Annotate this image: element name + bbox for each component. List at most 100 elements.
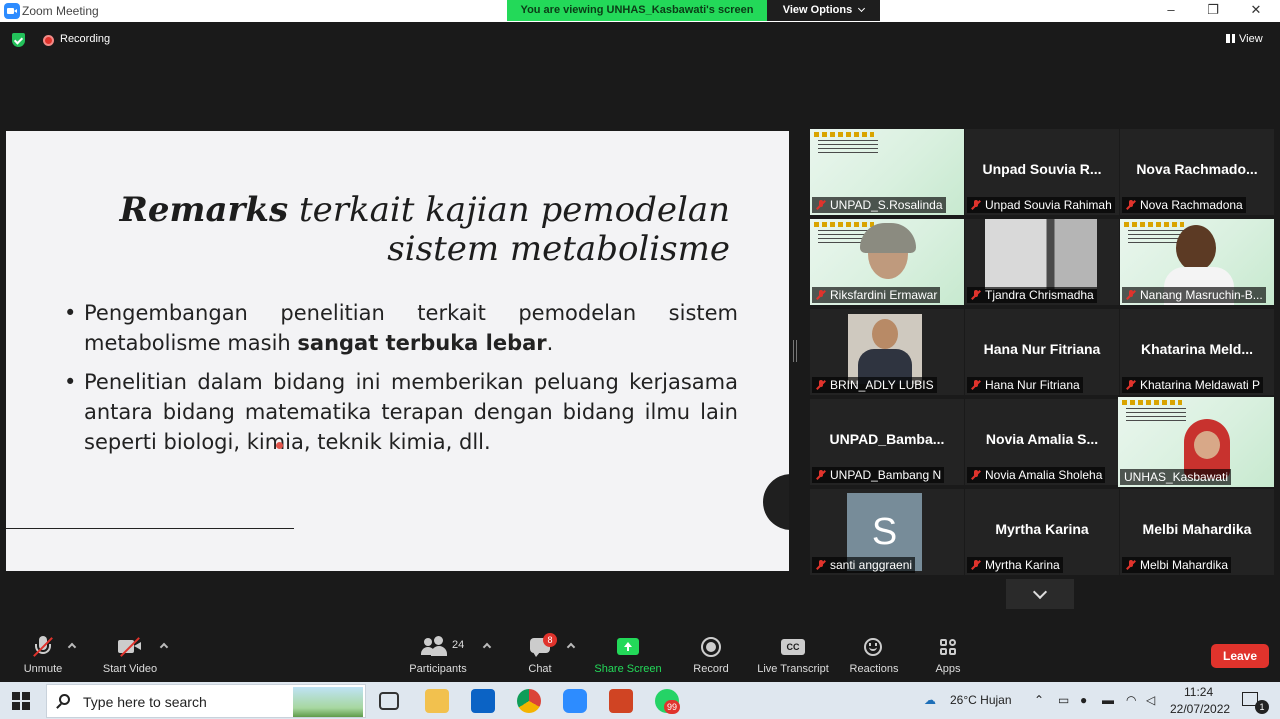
leave-button[interactable]: Leave [1211,644,1269,668]
participant-label: santi anggraeni [812,557,916,573]
participant-tile[interactable]: UNPAD_Bamba... UNPAD_Bambang N [810,399,964,485]
participant-tile[interactable]: S santi anggraeni [810,489,964,575]
tray-chevron-up-icon[interactable]: ⌃ [1034,693,1044,707]
pointer-dot [276,442,283,449]
participant-label: BRIN_ADLY LUBIS [812,377,937,393]
participant-tile[interactable]: Melbi Mahardika Melbi Mahardika [1120,489,1274,575]
weather-text[interactable]: 26°C Hujan [950,693,1012,707]
participant-label: Hana Nur Fitriana [967,377,1083,393]
microphone-icon[interactable]: ● [1080,693,1087,707]
participant-tile[interactable]: Khatarina Meld... Khatarina Meldawati P [1120,309,1274,395]
participant-tile[interactable]: BRIN_ADLY LUBIS [810,309,964,395]
file-explorer-icon[interactable] [425,689,449,713]
apps-icon [935,636,961,658]
recording-label: Recording [60,33,111,45]
slide-title-rest: terkait kajian pemodelan sistem metaboli… [288,190,730,269]
reactions-button[interactable]: Reactions [846,622,902,678]
task-view-icon[interactable] [379,692,399,710]
participant-label: Riksfardini Ermawar [812,287,941,303]
smiley-icon [861,636,887,658]
search-highlight-image [293,687,363,717]
view-label: View [1239,33,1263,45]
mic-muted-icon [971,560,981,570]
mic-muted-icon [816,290,826,300]
mic-muted-icon [971,290,981,300]
participant-tile[interactable]: Riksfardini Ermawar [810,219,964,305]
participant-tile[interactable]: Nova Rachmado... Nova Rachmadona [1120,129,1274,215]
live-transcript-button[interactable]: CC Live Transcript [754,622,832,678]
weather-icon: ☁ [924,693,936,707]
participant-tile[interactable]: Unpad Souvia R... Unpad Souvia Rahimah [965,129,1119,215]
zoom-taskbar-icon[interactable] [563,689,587,713]
recording-icon [43,35,54,46]
mic-muted-icon [816,380,826,390]
volume-icon[interactable]: ◁ [1146,693,1155,707]
participant-tile[interactable]: UNPAD_S.Rosalinda [810,129,964,215]
clock-date[interactable]: 22/07/2022 [1170,702,1230,716]
share-screen-icon [615,636,641,658]
chat-button[interactable]: Chat [520,622,560,678]
participant-name: Unpad Souvia R... [982,161,1102,177]
zoom-app-icon [4,3,20,19]
mic-muted-icon [971,470,981,480]
unmute-label: Unmute [23,663,63,675]
participants-icon [421,636,455,658]
wifi-icon[interactable]: ◠ [1126,693,1136,707]
video-off-icon [117,636,143,658]
chevron-down-icon [858,4,866,13]
apps-button[interactable]: Apps [928,622,968,678]
maximize-button[interactable]: ❐ [1203,2,1223,18]
powerpoint-icon[interactable] [609,689,633,713]
participants-label: Participants [409,663,467,675]
share-screen-label: Share Screen [594,663,662,675]
mail-icon[interactable] [471,689,495,713]
participant-tile[interactable]: Myrtha Karina Myrtha Karina [965,489,1119,575]
slide-title: Remarks terkait kajian pemodelan sistem … [66,191,730,269]
chat-options-caret[interactable] [566,642,576,652]
participant-name: Melbi Mahardika [1142,521,1252,537]
participants-options-caret[interactable] [482,642,492,652]
chat-unread-badge: 8 [543,633,557,647]
mic-muted-icon [816,200,826,210]
participant-tile[interactable]: Tjandra Chrismadha [965,219,1119,305]
participant-label: UNPAD_Bambang N [812,467,945,483]
battery-icon[interactable]: ▬ [1102,693,1114,707]
person-video-icon [1176,225,1216,271]
shared-screen: Remarks terkait kajian pemodelan sistem … [6,131,789,571]
record-button[interactable]: Record [688,622,734,678]
participant-label: Unpad Souvia Rahimah [967,197,1115,213]
participant-label: Nova Rachmadona [1122,197,1246,213]
record-label: Record [693,663,729,675]
view-layout-button[interactable]: View [1226,33,1263,45]
view-options-button[interactable]: View Options [767,0,880,21]
participant-name: Khatarina Meld... [1140,341,1254,357]
viewing-screen-banner: You are viewing UNHAS_Kasbawati's screen [507,0,767,21]
participant-tile[interactable]: Hana Nur Fitriana Hana Nur Fitriana [965,309,1119,395]
chrome-icon[interactable] [517,689,541,713]
participant-name: Nova Rachmado... [1136,161,1258,177]
onedrive-icon[interactable]: ▭ [1058,693,1069,707]
layout-grid-icon [1226,34,1235,43]
taskbar-search-box[interactable]: Type here to search [46,684,366,718]
windows-start-icon[interactable] [12,692,30,710]
mic-muted-icon [1126,380,1136,390]
gallery-next-page-button[interactable] [1006,579,1074,609]
mic-muted-icon [971,200,981,210]
clock-time[interactable]: 11:24 [1184,685,1213,699]
encryption-shield-icon[interactable] [12,33,25,47]
active-speaker-tile[interactable]: UNHAS_Kasbawati [1118,397,1274,487]
close-button[interactable]: ✕ [1246,2,1266,18]
notification-count: 1 [1255,700,1269,714]
participant-tile[interactable]: Nanang Masruchin-B... [1120,219,1274,305]
participant-label: Novia Amalia Sholeha [967,467,1106,483]
mic-muted-icon [971,380,981,390]
minimize-button[interactable]: – [1161,2,1181,18]
panel-splitter-handle[interactable] [793,340,797,362]
share-screen-button[interactable]: Share Screen [592,622,664,678]
start-video-button[interactable]: Start Video [98,622,162,678]
unmute-button[interactable]: Unmute [16,622,70,678]
bullet2-text: Penelitian dalam bidang ini memberikan p… [84,370,738,454]
whatsapp-badge: 99 [664,700,681,714]
participant-label: UNPAD_S.Rosalinda [812,197,946,213]
participant-tile[interactable]: Novia Amalia S... Novia Amalia Sholeha [965,399,1119,485]
